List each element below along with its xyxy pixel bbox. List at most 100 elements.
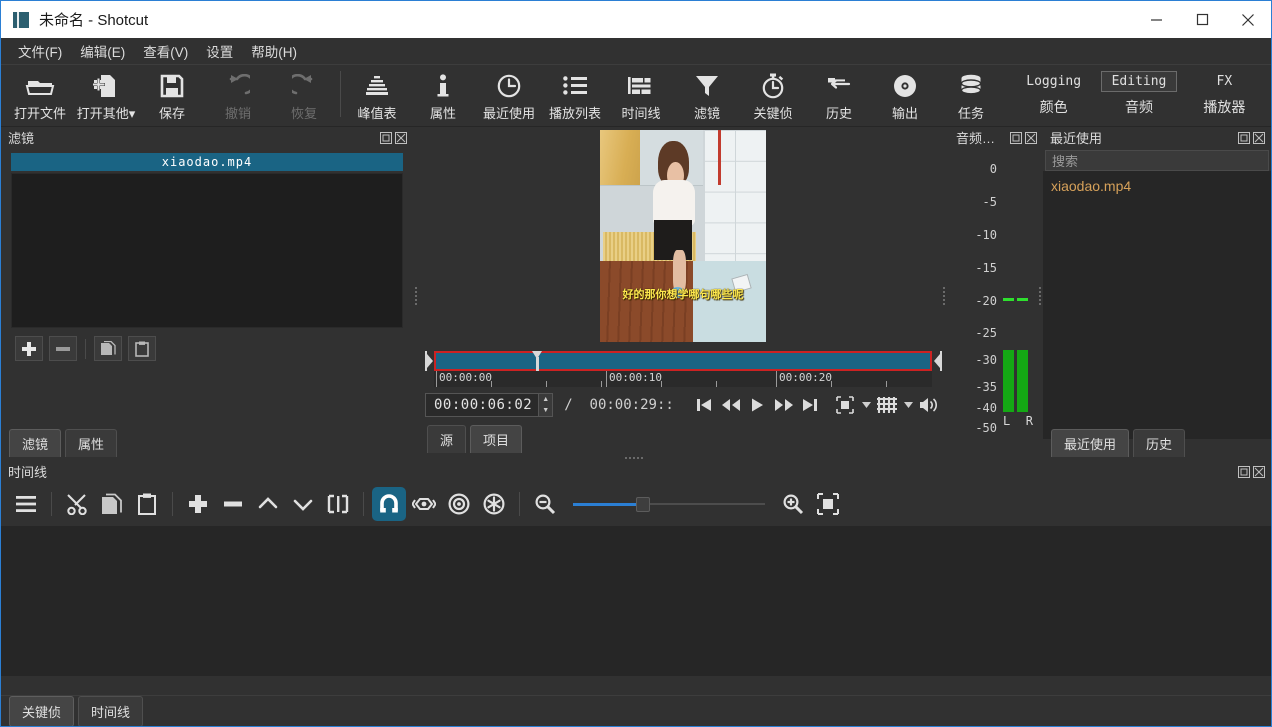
- volume-button[interactable]: [918, 393, 941, 417]
- menu-help[interactable]: 帮助(H): [242, 38, 306, 64]
- paste-button[interactable]: [130, 487, 164, 521]
- copy-button[interactable]: [95, 487, 129, 521]
- cut-button[interactable]: [60, 487, 94, 521]
- list-item[interactable]: xiaodao.mp4: [1043, 175, 1271, 197]
- split-button[interactable]: [321, 487, 355, 521]
- fast-forward-button[interactable]: [772, 393, 795, 417]
- timeline-zoom-slider[interactable]: [573, 494, 765, 514]
- layout-color-button[interactable]: 颜色: [1030, 95, 1078, 119]
- close-dock-icon[interactable]: [1025, 132, 1037, 144]
- toolbar-jobs-button[interactable]: 任务: [938, 65, 1004, 125]
- timeline-tracks-area[interactable]: [1, 526, 1271, 676]
- copy-filters-button[interactable]: [94, 336, 122, 361]
- skip-to-end-button[interactable]: [798, 393, 821, 417]
- tab-timeline[interactable]: 时间线: [78, 696, 143, 727]
- snap-button[interactable]: [372, 487, 406, 521]
- zoom-slider-knob[interactable]: [636, 497, 650, 512]
- remove-filter-button[interactable]: [49, 336, 77, 361]
- recent-search-input[interactable]: 搜索: [1045, 150, 1269, 171]
- toolbar-open-file-button[interactable]: 打开文件: [7, 65, 73, 125]
- scrub-while-dragging-button[interactable]: [407, 487, 441, 521]
- ripple-delete-button[interactable]: [216, 487, 250, 521]
- timeline-toolbar-divider-2: [172, 492, 173, 516]
- menu-edit[interactable]: 编辑(E): [71, 38, 134, 64]
- player-bottom-splitter-handle[interactable]: [625, 457, 643, 459]
- toolbar-save-button[interactable]: 保存: [139, 65, 205, 125]
- skip-to-start-button[interactable]: [692, 393, 715, 417]
- layout-fx-button[interactable]: FX: [1207, 72, 1243, 91]
- tab-keyframes[interactable]: 关键侦: [9, 696, 74, 727]
- maximize-icon[interactable]: [1179, 1, 1225, 38]
- close-dock-icon[interactable]: [395, 132, 407, 144]
- layout-logging-button[interactable]: Logging: [1016, 72, 1091, 91]
- recent-file-list[interactable]: xiaodao.mp4: [1043, 171, 1271, 439]
- out-point-marker[interactable]: [932, 351, 942, 371]
- tab-project[interactable]: 项目: [470, 425, 522, 453]
- menu-view[interactable]: 查看(V): [134, 38, 197, 64]
- timecode-spinner[interactable]: ▲ ▼: [538, 394, 552, 416]
- audio-level-left: [1003, 350, 1014, 412]
- player-scrub-area[interactable]: 00:00:00 00:00:10 00:00:20: [424, 351, 942, 387]
- filter-selected-clip[interactable]: xiaodao.mp4: [11, 153, 403, 171]
- meter-tick-m40: -40: [975, 401, 997, 415]
- spinner-down-icon[interactable]: ▼: [539, 405, 552, 416]
- toolbar-redo-button[interactable]: 恢复: [271, 65, 337, 125]
- menu-settings[interactable]: 设置: [197, 38, 242, 64]
- float-dock-icon[interactable]: [1010, 132, 1022, 144]
- layout-player-button[interactable]: 播放器: [1193, 95, 1255, 119]
- tab-recent[interactable]: 最近使用: [1051, 429, 1129, 457]
- toolbar-recent-button[interactable]: 最近使用: [476, 65, 542, 125]
- scrub-bar[interactable]: [434, 351, 932, 371]
- toolbar-open-other-button[interactable]: 打开其他▾: [73, 65, 139, 125]
- float-dock-icon[interactable]: [1238, 132, 1250, 144]
- filter-list[interactable]: [11, 173, 403, 328]
- layout-editing-button[interactable]: Editing: [1101, 71, 1178, 92]
- overwrite-button[interactable]: [286, 487, 320, 521]
- layout-audio-button[interactable]: 音频: [1115, 95, 1163, 119]
- float-dock-icon[interactable]: [1238, 466, 1250, 478]
- filter-actions-bar: [1, 328, 413, 361]
- zoom-in-button[interactable]: [776, 487, 810, 521]
- close-dock-icon[interactable]: [1253, 132, 1265, 144]
- append-button[interactable]: [181, 487, 215, 521]
- grid-button[interactable]: [875, 393, 898, 417]
- timeline-menu-button[interactable]: [9, 487, 43, 521]
- toggle-zoom-button[interactable]: [833, 393, 856, 417]
- close-icon[interactable]: [1225, 1, 1271, 38]
- zoom-menu-chevron-down-icon[interactable]: [860, 393, 873, 417]
- tab-filters[interactable]: 滤镜: [9, 429, 61, 457]
- toolbar-filters-button[interactable]: 滤镜: [674, 65, 740, 125]
- add-filter-button[interactable]: [15, 336, 43, 361]
- menu-file[interactable]: 文件(F): [9, 38, 71, 64]
- toolbar-undo-button[interactable]: 撤销: [205, 65, 271, 125]
- toolbar-timeline-button[interactable]: 时间线: [608, 65, 674, 125]
- tab-properties[interactable]: 属性: [65, 429, 117, 457]
- spinner-up-icon[interactable]: ▲: [539, 394, 552, 405]
- video-preview-area[interactable]: 好的那你想学哪句哪些呢: [419, 127, 947, 345]
- toolbar-properties-button[interactable]: 属性: [410, 65, 476, 125]
- zoom-out-button[interactable]: [528, 487, 562, 521]
- in-point-marker[interactable]: [424, 351, 434, 371]
- float-dock-icon[interactable]: [380, 132, 392, 144]
- toolbar-peak-meter-button[interactable]: 峰值表: [344, 65, 410, 125]
- audio-dock-titlebar: 音频…: [949, 127, 1043, 148]
- ripple-button[interactable]: [442, 487, 476, 521]
- toolbar-playlist-button[interactable]: 播放列表: [542, 65, 608, 125]
- lift-button[interactable]: [251, 487, 285, 521]
- zoom-fit-button[interactable]: [811, 487, 845, 521]
- player-audio-splitter-handle[interactable]: [941, 271, 947, 321]
- play-button[interactable]: [745, 393, 768, 417]
- toolbar-history-button[interactable]: 历史: [806, 65, 872, 125]
- toolbar-keyframes-button[interactable]: 关键侦: [740, 65, 806, 125]
- rewind-button[interactable]: [719, 393, 742, 417]
- position-timecode-field[interactable]: 00:00:06:02 ▲ ▼: [425, 393, 553, 417]
- minimize-icon[interactable]: [1133, 1, 1179, 38]
- player-time-ruler[interactable]: 00:00:00 00:00:10 00:00:20: [434, 371, 932, 387]
- tab-source[interactable]: 源: [427, 425, 466, 453]
- ripple-all-tracks-button[interactable]: [477, 487, 511, 521]
- close-dock-icon[interactable]: [1253, 466, 1265, 478]
- paste-filters-button[interactable]: [128, 336, 156, 361]
- tab-history[interactable]: 历史: [1133, 429, 1185, 457]
- grid-menu-chevron-down-icon[interactable]: [902, 393, 915, 417]
- toolbar-export-button[interactable]: 输出: [872, 65, 938, 125]
